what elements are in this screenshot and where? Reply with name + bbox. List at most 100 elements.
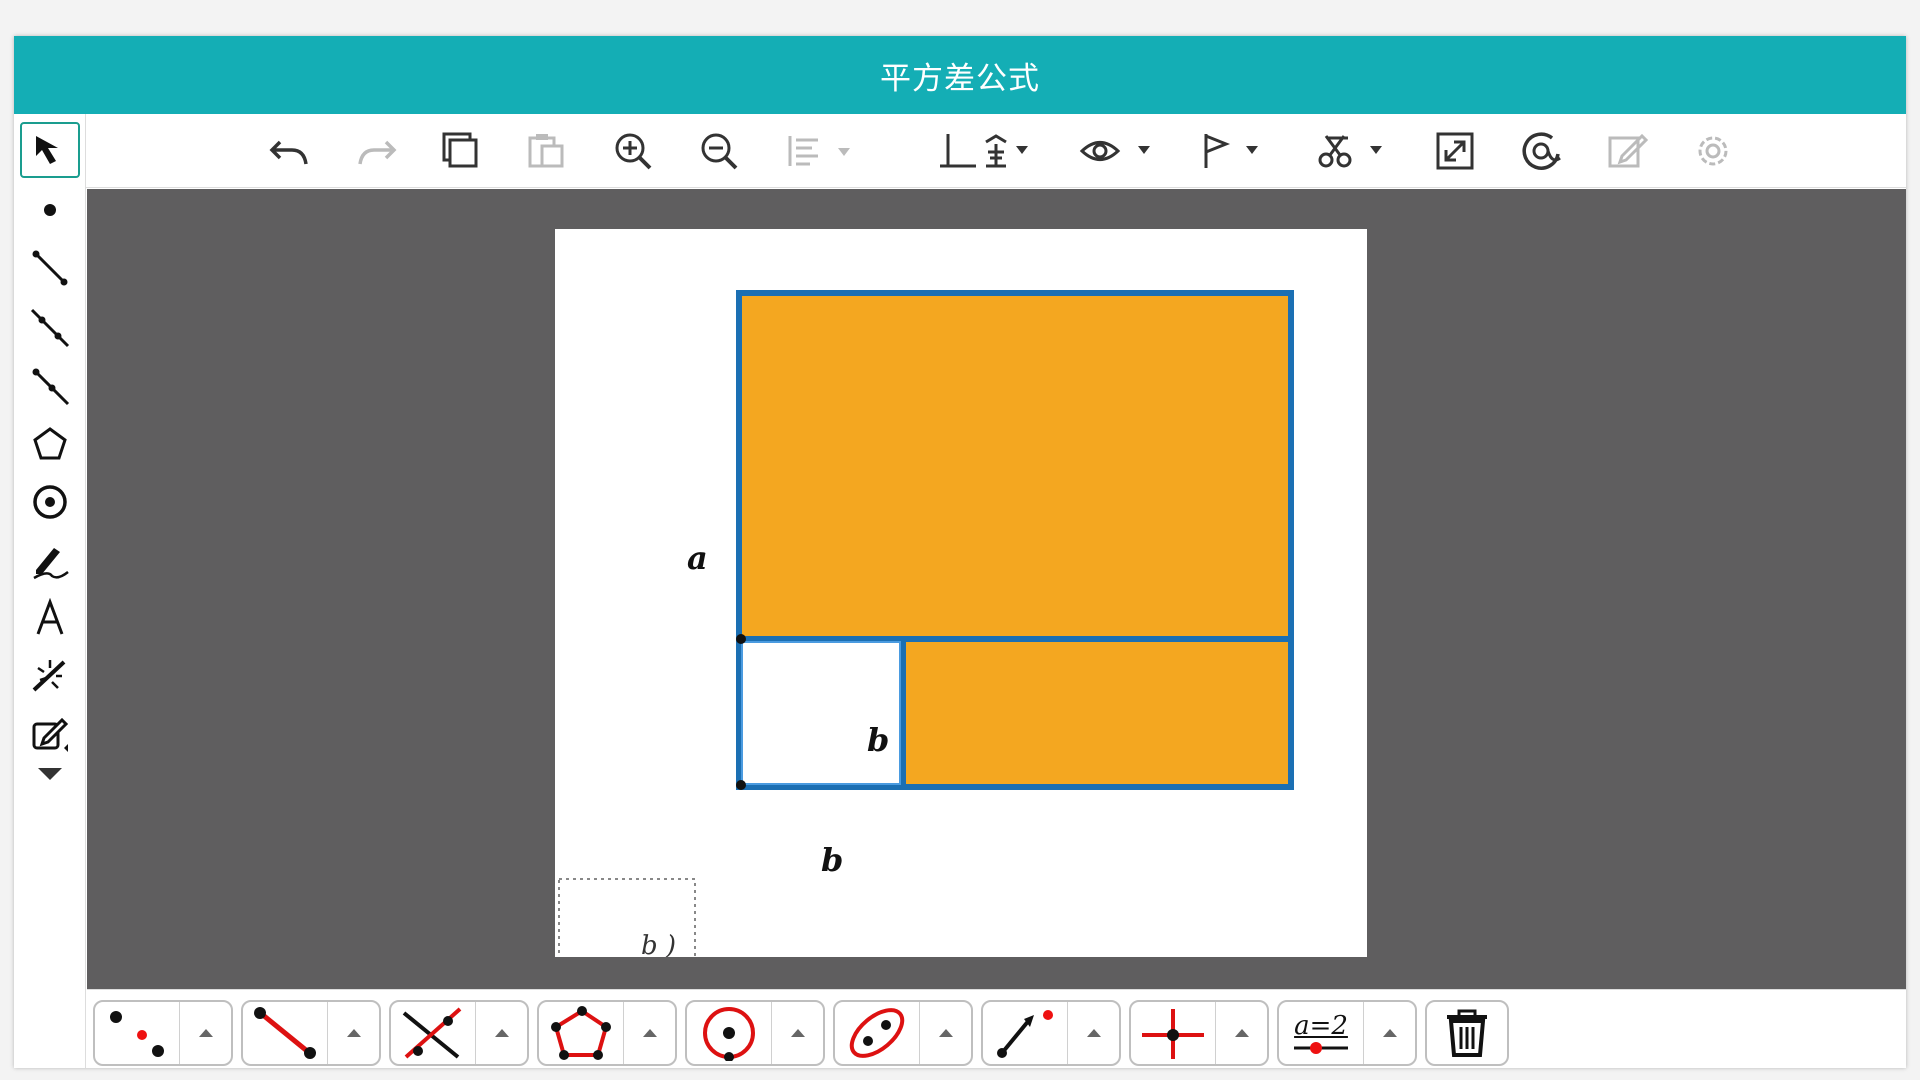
edit-note-icon (32, 717, 69, 752)
zoom-in-icon (615, 133, 652, 170)
slider-tool-icon (1294, 1042, 1348, 1054)
style-icon (1318, 135, 1382, 168)
align-button[interactable] (782, 128, 862, 174)
segment-tool-icon (254, 1007, 316, 1059)
pen-icon (33, 548, 69, 580)
points-tool-group[interactable] (93, 1000, 233, 1066)
segment-tool[interactable] (20, 240, 80, 296)
paste-button[interactable] (524, 128, 570, 174)
zoom-in-button[interactable] (610, 128, 656, 174)
undo-button[interactable] (266, 128, 312, 174)
visibility-icon (1079, 141, 1150, 161)
flag-button[interactable] (1196, 128, 1276, 174)
label-a: a (687, 539, 708, 577)
vector-expand-arrow[interactable] (1067, 1002, 1119, 1064)
fullscreen-icon (1436, 132, 1474, 170)
title-bar: 平方差公式 (14, 36, 1906, 114)
circle-tool-group[interactable] (685, 1000, 825, 1066)
segment-icon (32, 250, 68, 286)
ray-tool[interactable] (20, 358, 80, 414)
polygon-tool-icon (551, 1006, 611, 1060)
slider-expand-arrow[interactable] (1363, 1002, 1415, 1064)
delete-tool-button[interactable] (1425, 1000, 1509, 1066)
segment-tool-group[interactable] (241, 1000, 381, 1066)
conic-tool-icon (849, 1008, 905, 1058)
figure-paper: a b b b ) (555, 229, 1367, 957)
points-expand-arrow[interactable] (179, 1002, 231, 1064)
view-button[interactable] (1518, 128, 1564, 174)
intersect-expand-arrow[interactable] (475, 1002, 527, 1064)
ray-icon (32, 368, 70, 406)
bottom-toolbar: a=2 (87, 989, 1906, 1068)
expand-up-icon (198, 1029, 213, 1037)
segment-expand-arrow[interactable] (327, 1002, 379, 1064)
circle-icon (33, 485, 67, 519)
copy-button[interactable] (438, 128, 484, 174)
paste-icon (528, 134, 564, 168)
settings-button[interactable] (1690, 128, 1736, 174)
label-b-inner: b (867, 721, 890, 759)
polygon-icon (33, 427, 67, 460)
visibility-button[interactable] (1078, 128, 1168, 174)
edit-button[interactable] (1604, 128, 1650, 174)
expand-up-icon (346, 1029, 361, 1037)
align-icon (788, 136, 850, 166)
transform-expand-arrow[interactable] (1215, 1002, 1267, 1064)
top-toolbar (86, 114, 1906, 188)
select-arrow-icon (36, 136, 58, 164)
circle-tool-icon (703, 1007, 755, 1061)
edit-icon (1608, 133, 1649, 168)
expand-up-icon (1382, 1029, 1397, 1037)
line-tool[interactable] (20, 300, 80, 356)
label-partial: b ) (641, 931, 677, 957)
circle-expand-arrow[interactable] (771, 1002, 823, 1064)
axes-grid-icon (940, 134, 1028, 168)
flag-icon (1204, 134, 1258, 168)
transform-tool-group[interactable] (1129, 1000, 1269, 1066)
axes-grid-button[interactable] (936, 128, 1046, 174)
polygon-tool[interactable] (20, 416, 80, 472)
expand-up-icon (790, 1029, 805, 1037)
small-square-blank (739, 639, 903, 787)
expand-up-icon (494, 1029, 509, 1037)
polygon-tool-group[interactable] (537, 1000, 677, 1066)
intersect-tool-group[interactable] (389, 1000, 529, 1066)
view-icon (1522, 132, 1561, 170)
drawing-canvas[interactable]: a b b b ) (87, 189, 1906, 989)
redo-icon (358, 140, 397, 165)
text-tool[interactable] (20, 590, 80, 646)
redo-button[interactable] (354, 128, 400, 174)
expand-up-icon (938, 1029, 953, 1037)
undo-icon (269, 140, 308, 165)
fullscreen-button[interactable] (1432, 128, 1478, 174)
intersect-tool-icon (402, 1007, 462, 1059)
expand-up-icon (1234, 1029, 1249, 1037)
more-icon (38, 768, 62, 780)
text-icon (36, 598, 64, 635)
expand-up-icon (1086, 1029, 1101, 1037)
delete-tool-icon (1447, 1009, 1487, 1057)
left-toolbar (14, 114, 86, 1068)
zoom-out-button[interactable] (696, 128, 742, 174)
line-icon (30, 308, 70, 348)
transform-tool[interactable] (20, 648, 80, 704)
square-difference-figure (558, 290, 1294, 957)
slider-tool-label: a=2 (1294, 1011, 1348, 1041)
circle-tool[interactable] (20, 474, 80, 530)
points-tool-icon (110, 1011, 164, 1057)
point-tool[interactable] (20, 182, 80, 238)
conic-expand-arrow[interactable] (919, 1002, 971, 1064)
polygon-expand-arrow[interactable] (623, 1002, 675, 1064)
pen-tool[interactable] (20, 532, 80, 588)
window-title: 平方差公式 (880, 60, 1040, 97)
conic-tool-group[interactable] (833, 1000, 973, 1066)
more-tools-button[interactable] (20, 754, 80, 794)
point-lower[interactable] (736, 780, 746, 790)
select-tool[interactable] (20, 122, 80, 178)
slider-tool-group[interactable]: a=2 (1277, 1000, 1417, 1066)
point-icon (44, 204, 56, 216)
vector-tool-icon (997, 1010, 1053, 1058)
vector-tool-group[interactable] (981, 1000, 1121, 1066)
style-button[interactable] (1314, 128, 1404, 174)
point-upper[interactable] (736, 634, 746, 644)
